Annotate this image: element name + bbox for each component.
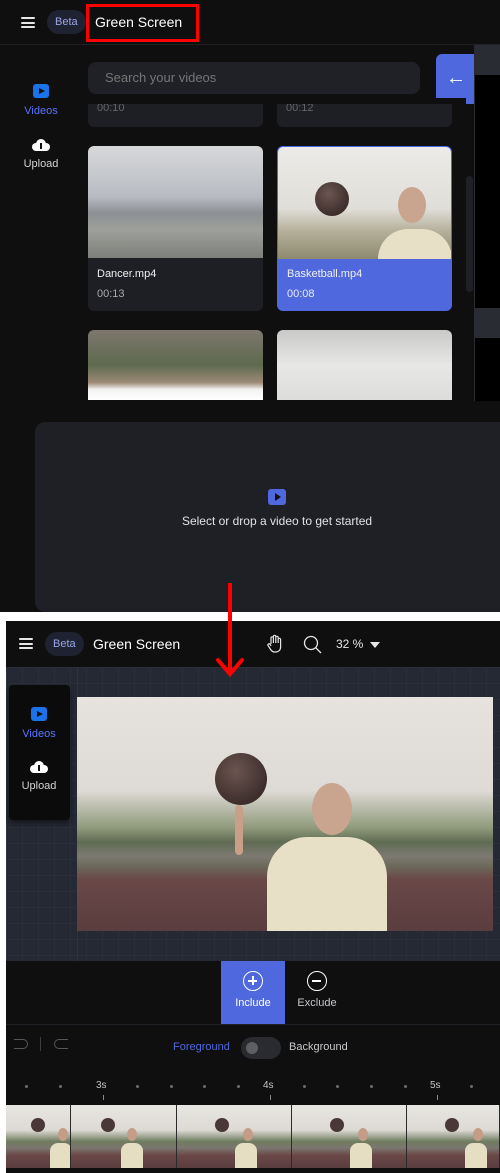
video-card[interactable]	[277, 330, 452, 400]
video-play-icon	[268, 489, 286, 505]
video-name: Basketball.mp4	[287, 268, 363, 280]
filmstrip-frame	[177, 1105, 292, 1168]
zoom-level[interactable]: 32 %	[336, 637, 363, 651]
foreground-background-toggle[interactable]	[241, 1037, 281, 1059]
filmstrip[interactable]	[6, 1105, 500, 1168]
plus-circle-icon	[243, 971, 263, 991]
undo-icon[interactable]	[14, 1039, 28, 1049]
floating-sidebar: Videos Upload	[9, 685, 70, 820]
toggle-knob	[246, 1042, 258, 1054]
app-header: Beta Green Screen	[0, 0, 500, 45]
preview-ball	[215, 753, 267, 805]
include-label: Include	[235, 997, 271, 1009]
search-zoom-icon[interactable]	[303, 635, 322, 654]
toolbar: Foreground Background	[6, 1025, 500, 1071]
sidebar-item-label: Videos	[24, 105, 58, 117]
preview-person	[267, 837, 387, 931]
exclude-button[interactable]: Exclude	[285, 961, 349, 1024]
tick-dot	[237, 1085, 240, 1088]
hamburger-menu-icon[interactable]	[21, 17, 35, 28]
tick-label: 5s	[430, 1080, 441, 1091]
hamburger-menu-icon[interactable]	[19, 638, 33, 649]
editor-screen: Beta Green Screen 32 % Videos Upload Inc…	[6, 621, 500, 1173]
separator	[40, 1037, 41, 1051]
video-card[interactable]: Dancer.mp4 00:13	[88, 146, 263, 311]
app-title: Green Screen	[93, 636, 181, 652]
redo-icon[interactable]	[54, 1039, 68, 1049]
cloud-upload-icon	[32, 139, 50, 151]
sidebar-item-videos[interactable]: Videos	[11, 84, 71, 117]
back-button[interactable]: ←	[436, 54, 476, 104]
search-input[interactable]	[88, 62, 420, 94]
minus-circle-icon	[307, 971, 327, 991]
filmstrip-frame	[6, 1105, 71, 1168]
video-duration: 00:08	[287, 288, 315, 300]
scroll-clip	[80, 98, 466, 104]
sidebar-item-videos[interactable]: Videos	[9, 707, 69, 740]
tick-mark	[437, 1095, 438, 1100]
annotation-highlight-box	[86, 4, 199, 42]
tick-dot	[170, 1085, 173, 1088]
include-button[interactable]: Include	[221, 961, 285, 1024]
exclude-label: Exclude	[297, 997, 337, 1009]
beta-badge: Beta	[47, 10, 86, 34]
tick-dot	[203, 1085, 206, 1088]
tick-dot	[59, 1085, 62, 1088]
sidebar-item-label: Upload	[23, 158, 59, 170]
scrollbar[interactable]	[466, 176, 473, 292]
video-thumbnail	[278, 147, 451, 259]
foreground-label[interactable]: Foreground	[173, 1041, 230, 1053]
cloud-upload-icon	[30, 761, 48, 773]
video-duration: 00:13	[97, 288, 125, 300]
mode-bar: Include Exclude	[6, 961, 500, 1024]
video-card-selected[interactable]: Basketball.mp4 00:08	[277, 146, 452, 311]
tick-dot	[404, 1085, 407, 1088]
right-panel	[474, 45, 500, 401]
video-play-icon	[33, 84, 49, 98]
tick-mark	[103, 1095, 104, 1100]
video-library-screen: Beta Green Screen Videos Upload ← 00:10 …	[0, 0, 500, 612]
preview-head	[312, 783, 352, 835]
video-thumbnail	[88, 146, 263, 258]
sidebar-item-label: Videos	[22, 728, 56, 740]
filmstrip-frame	[407, 1105, 500, 1168]
tick-mark	[270, 1095, 271, 1100]
tick-dot	[136, 1085, 139, 1088]
tick-label: 4s	[263, 1080, 274, 1091]
caret-down-icon[interactable]	[370, 642, 380, 648]
arrow-left-icon: ←	[446, 67, 466, 89]
tick-dot	[336, 1085, 339, 1088]
tick-dot	[303, 1085, 306, 1088]
annotation-arrow-head-icon	[216, 658, 244, 678]
video-thumbnail	[88, 330, 263, 400]
tick-dot	[25, 1085, 28, 1088]
thumbnail-ball	[315, 182, 349, 216]
thumbnail-person	[378, 229, 451, 259]
video-name: Dancer.mp4	[97, 268, 157, 280]
drop-zone-text: Select or drop a video to get started	[181, 514, 373, 528]
background-label[interactable]: Background	[289, 1041, 348, 1053]
tick-dot	[370, 1085, 373, 1088]
sidebar-item-upload[interactable]: Upload	[9, 761, 69, 792]
filmstrip-frame	[71, 1105, 177, 1168]
video-thumbnail	[277, 330, 452, 400]
tick-dot	[470, 1085, 473, 1088]
tick-label: 3s	[96, 1080, 107, 1091]
sidebar-item-label: Upload	[21, 780, 57, 792]
thumbnail-head	[398, 187, 426, 223]
timeline[interactable]: 3s 4s 5s	[6, 1071, 500, 1173]
app-header: Beta Green Screen 32 %	[6, 621, 500, 667]
hand-pan-icon[interactable]	[266, 634, 284, 654]
preview-arm	[235, 805, 243, 855]
beta-badge: Beta	[45, 632, 84, 656]
video-preview[interactable]	[77, 697, 493, 931]
video-card[interactable]	[88, 330, 263, 400]
filmstrip-frame	[292, 1105, 407, 1168]
sidebar-item-upload[interactable]: Upload	[11, 139, 71, 170]
video-play-icon	[31, 707, 47, 721]
